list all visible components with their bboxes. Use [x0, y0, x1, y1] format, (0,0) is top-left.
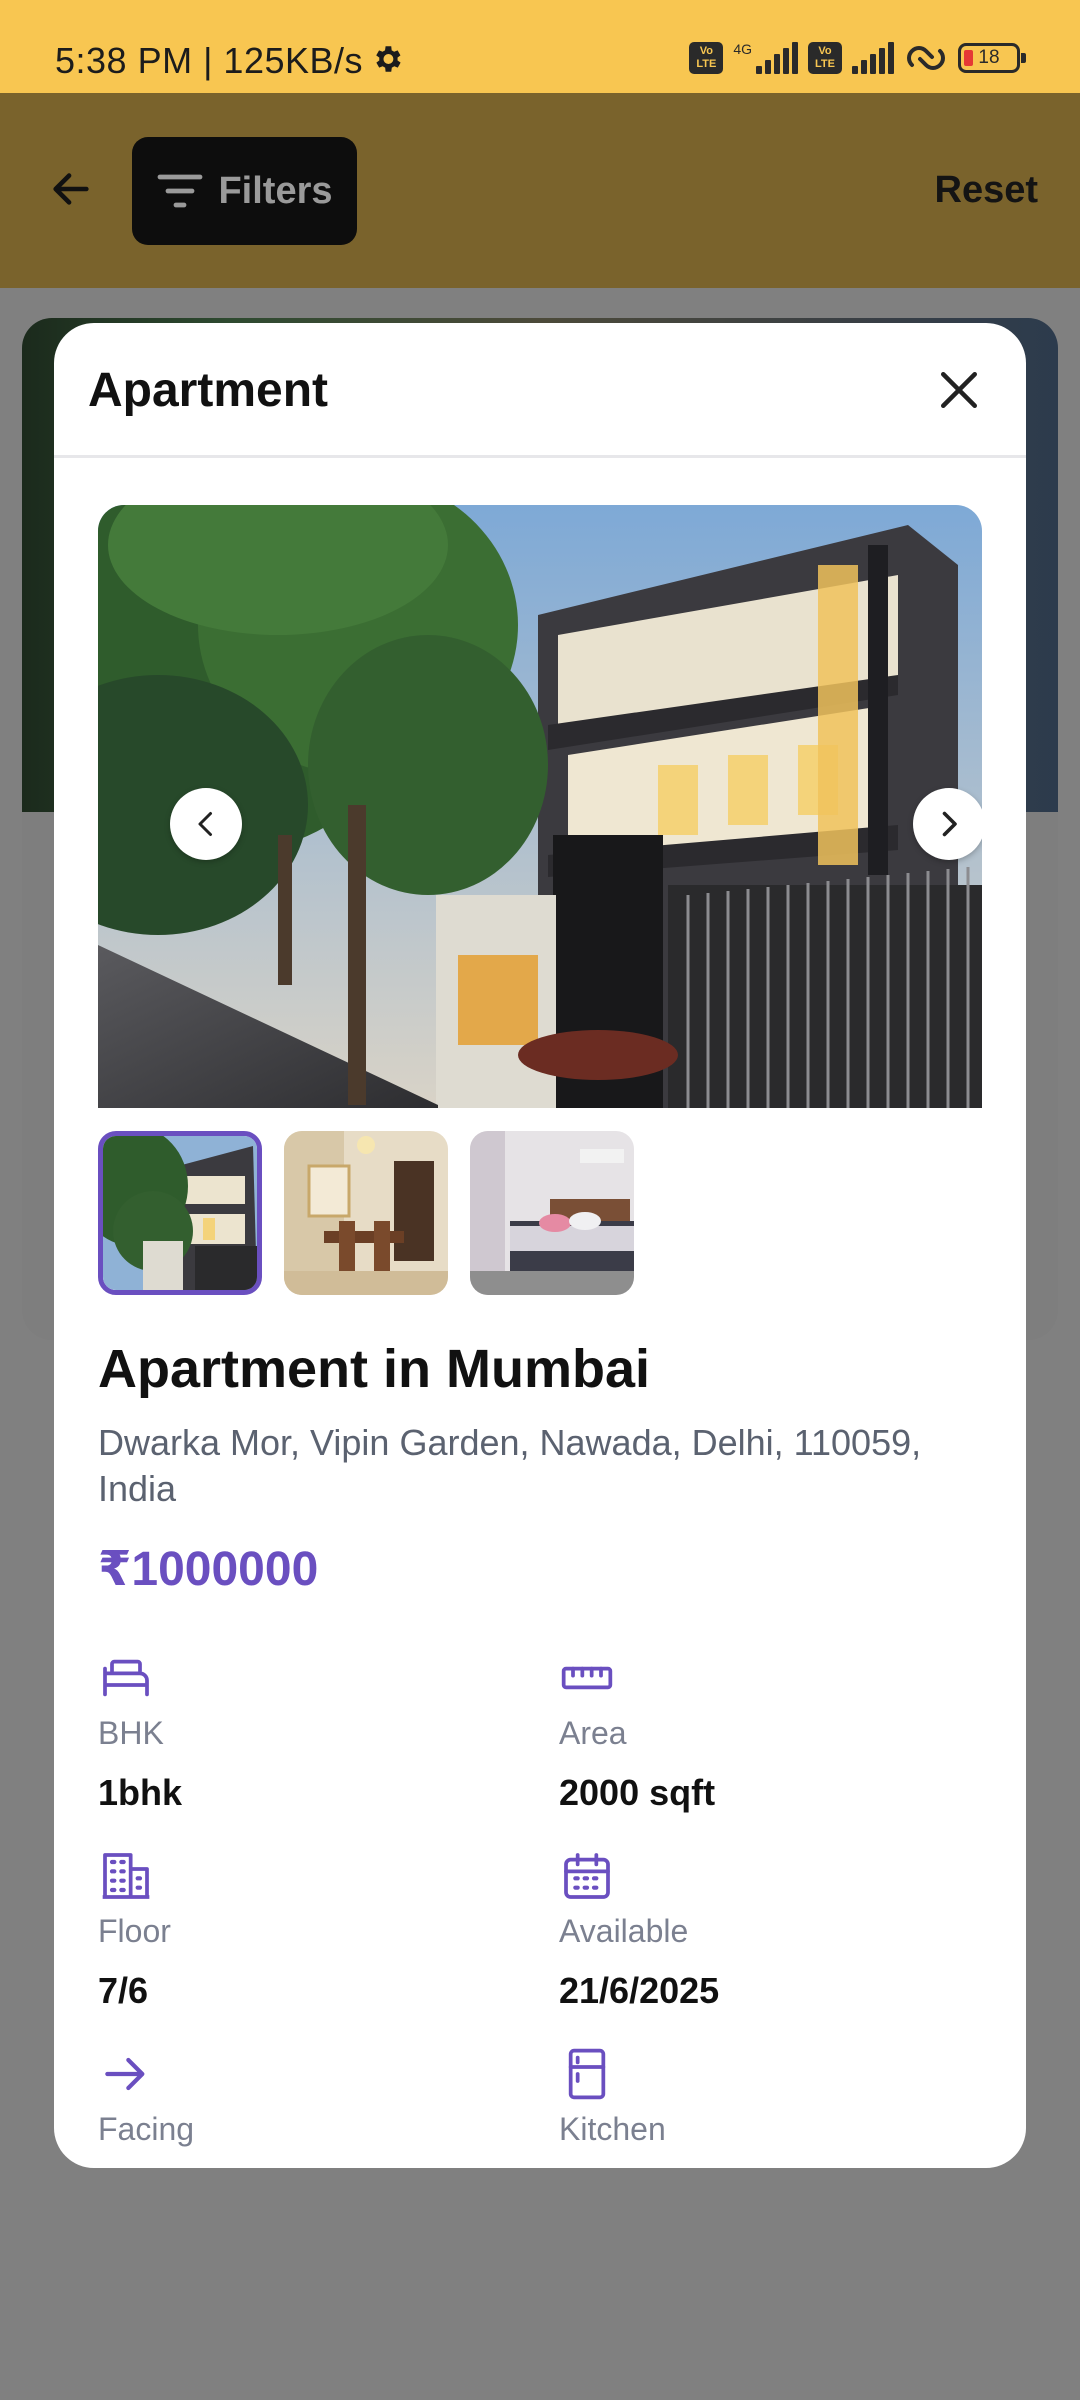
spec-value: 1bhk	[98, 1772, 183, 1813]
property-title: Apartment in Mumbai	[98, 1339, 651, 1399]
back-button[interactable]	[40, 158, 102, 220]
arrow-left-icon	[53, 173, 89, 205]
reset-button[interactable]: Reset	[935, 169, 1039, 212]
arrow-right-icon	[105, 2057, 145, 2091]
thumbnail-exterior[interactable]	[98, 1131, 262, 1295]
property-address: Dwarka Mor, Vipin Garden, Nawada, Delhi,…	[98, 1422, 922, 1509]
close-button[interactable]	[932, 363, 986, 417]
battery-icon: 18	[958, 43, 1026, 73]
spec-floor: Floor 7/6	[98, 1848, 518, 2012]
spec-label: Available	[559, 1913, 689, 1949]
thumbnail-exterior-image	[103, 1136, 257, 1290]
property-price: ₹1000000	[98, 1543, 319, 1596]
kitchen-icon	[568, 2048, 606, 2100]
hotspot-link-icon	[907, 46, 945, 70]
ruler-icon	[561, 1666, 613, 1690]
spec-value: 2000 sqft	[559, 1772, 716, 1813]
network-type: 4G	[733, 41, 752, 57]
photo-thumbnails	[98, 1131, 634, 1295]
spec-area: Area 2000 sqft	[559, 1650, 979, 1814]
thumbnail-bedroom-image	[470, 1131, 634, 1295]
spec-value: 7/6	[98, 1970, 149, 2011]
property-detail-modal: Apartment Apartment in Mumbai Dwarka Mor…	[54, 323, 1026, 2168]
volte-icon: Vo LTE	[689, 42, 724, 74]
status-time: 5:38 PM | 125KB/s	[55, 40, 364, 81]
spec-bhk: BHK 1bhk	[98, 1650, 518, 1814]
settings-gear-icon	[376, 46, 401, 72]
photo-gallery[interactable]	[98, 505, 982, 1108]
spec-available: Available 21/6/2025	[559, 1848, 979, 2012]
modal-title: Apartment	[88, 364, 329, 417]
chevron-left-icon	[198, 812, 212, 836]
thumbnail-dining-room[interactable]	[284, 1131, 448, 1295]
close-icon	[941, 372, 977, 408]
spec-facing: Facing	[98, 2046, 518, 2148]
status-bar: 5:38 PM | 125KB/s Vo LTE 4G Vo LTE 18	[0, 0, 1080, 93]
thumbnail-dining-image	[284, 1131, 448, 1295]
filter-icon	[158, 174, 203, 208]
signal-icon-2	[852, 42, 894, 74]
next-photo-button[interactable]	[913, 788, 982, 860]
spec-label: Area	[559, 1715, 627, 1751]
modal-header: Apartment	[54, 323, 1026, 458]
previous-photo-button[interactable]	[170, 788, 242, 860]
app-bar: Filters Reset	[0, 93, 1080, 288]
spec-kitchen: Kitchen	[559, 2046, 979, 2148]
spec-label: Facing	[98, 2111, 195, 2147]
thumbnail-bedroom[interactable]	[470, 1131, 634, 1295]
spec-label: Kitchen	[559, 2111, 666, 2147]
status-icons: Vo LTE 4G Vo LTE 18	[689, 38, 1026, 78]
filters-button[interactable]: Filters	[132, 137, 357, 245]
building-icon	[102, 1853, 150, 1899]
volte-icon-2: Vo LTE	[808, 42, 842, 74]
spec-label: Floor	[98, 1913, 171, 1949]
signal-icon	[756, 42, 798, 74]
spec-value: 21/6/2025	[559, 1970, 720, 2011]
bed-icon	[103, 1659, 149, 1697]
calendar-icon	[564, 1853, 610, 1899]
spec-label: BHK	[98, 1715, 164, 1751]
chevron-right-icon	[942, 811, 957, 837]
filters-label: Filters	[218, 169, 333, 212]
